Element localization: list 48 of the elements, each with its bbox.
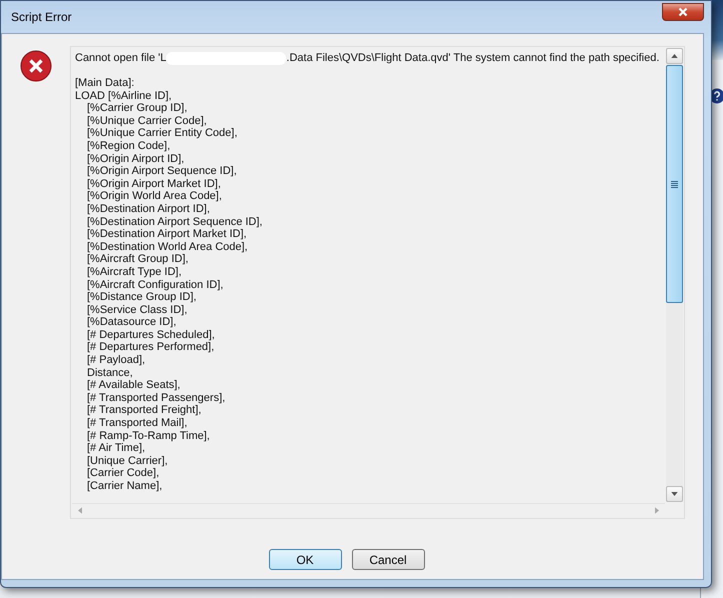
script-line: [# Transported Freight], xyxy=(86,404,202,418)
script-line: [%Origin World Area Code], xyxy=(86,190,223,203)
error-icon xyxy=(20,50,52,82)
close-icon xyxy=(678,7,688,17)
script-line: [# Ramp-To-Ramp Time], xyxy=(86,430,211,442)
script-line: [# Air Time], xyxy=(86,442,146,455)
script-line: [# Transported Passengers], xyxy=(86,392,226,404)
script-line: [# Payload], xyxy=(86,354,146,367)
script-line: [Main Data]: xyxy=(75,77,136,90)
close-button[interactable] xyxy=(662,3,704,21)
script-line: [%Service Class ID], xyxy=(86,304,188,316)
dialog-button[interactable]: OK xyxy=(268,549,342,570)
script-line: [%Distance Group ID], xyxy=(86,291,198,304)
script-line: [Carrier Name], xyxy=(86,480,164,493)
scroll-right-icon[interactable] xyxy=(655,507,659,514)
script-line: [%Aircraft Type ID], xyxy=(86,266,183,278)
script-line: [%Destination Airport Market ID], xyxy=(86,228,248,241)
scrollbar-thumb[interactable] xyxy=(666,65,683,303)
script-line: [%Destination Airport Sequence ID], xyxy=(86,216,264,228)
window-title: Script Error xyxy=(11,10,72,24)
script-line: [%Destination World Area Code], xyxy=(86,240,249,254)
scroll-left-icon[interactable] xyxy=(78,507,82,514)
error-message: .Data Files\QVDs\Flight Data.qvd' The system cannot find the path specified. xyxy=(286,52,660,65)
script-line: [# Departures Scheduled], xyxy=(86,328,216,342)
script-line: [%Destination Airport ID], xyxy=(86,202,211,216)
scroll-up-icon[interactable] xyxy=(666,48,683,64)
script-line: [%Datasource ID], xyxy=(86,316,178,329)
script-line: [%Unique Carrier Entity Code], xyxy=(86,127,238,140)
script-line: [Carrier Code], xyxy=(86,467,160,480)
vertical-scrollbar[interactable] xyxy=(666,48,683,502)
script-line: [%Unique Carrier Code], xyxy=(86,114,208,128)
dialog-button[interactable]: Cancel xyxy=(352,549,424,570)
error-text-area[interactable] xyxy=(70,46,685,519)
script-line: [%Origin Airport Sequence ID], xyxy=(86,165,238,178)
script-line: Distance, xyxy=(86,366,134,380)
script-line: LOAD [%Airline ID], xyxy=(75,90,173,102)
scroll-down-icon[interactable] xyxy=(666,486,683,502)
script-line: [# Transported Mail], xyxy=(86,417,188,430)
script-line: [# Departures Performed], xyxy=(86,341,216,354)
script-line: [%Carrier Group ID], xyxy=(86,102,188,115)
script-line: [%Aircraft Group ID], xyxy=(86,253,190,266)
script-line: [%Aircraft Configuration ID], xyxy=(86,278,224,292)
script-line: [%Origin Airport ID], xyxy=(86,152,186,166)
script-line: [%Origin Airport Market ID], xyxy=(86,178,222,190)
script-line: [Unique Carrier], xyxy=(86,454,169,468)
script-line: [# Available Seats], xyxy=(86,379,182,392)
error-message: Cannot open file 'L xyxy=(75,52,166,65)
script-line: [%Region Code], xyxy=(86,140,172,153)
